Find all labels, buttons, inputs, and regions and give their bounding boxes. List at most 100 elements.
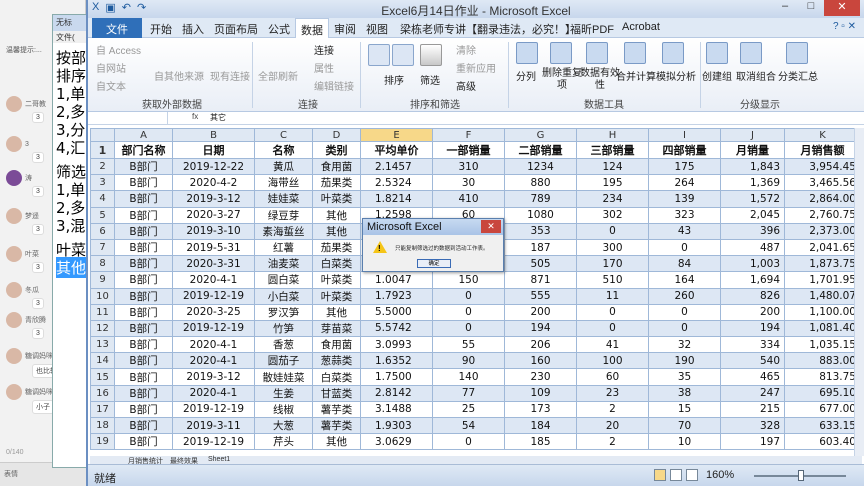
avatar[interactable]	[6, 312, 22, 328]
cell[interactable]: 170	[576, 255, 649, 273]
cell[interactable]: 部门名称	[114, 141, 173, 159]
normal-view-icon[interactable]	[654, 469, 666, 481]
cell[interactable]: 薯芋类	[312, 400, 361, 419]
row-header[interactable]: 13	[90, 336, 115, 354]
cell[interactable]: 2019-12-19	[172, 433, 255, 451]
cell[interactable]: 90	[432, 352, 505, 370]
what-if-icon[interactable]	[662, 42, 684, 64]
table-row[interactable]: 2 B部门 2019-12-22 黄瓜 食用菌 2.1457 310 1234 124 175 1,…	[90, 157, 861, 176]
cell[interactable]: 1,369	[720, 174, 785, 192]
table-row[interactable]: 10 B部门 2019-12-19 小白菜 叶菜类 1.7923 0 555 11 260 826 1…	[90, 287, 861, 305]
cell[interactable]: 2,864.00	[784, 190, 861, 208]
cell[interactable]: B部门	[114, 238, 173, 257]
cell[interactable]: 2,045	[720, 206, 785, 224]
cell[interactable]: 695.10	[784, 384, 861, 402]
cell[interactable]: 1234	[504, 157, 577, 176]
column-header[interactable]: F	[432, 128, 505, 142]
cell[interactable]: 2020-3-25	[172, 303, 255, 321]
column-header[interactable]: E	[360, 128, 433, 142]
cell[interactable]: 1,003	[720, 255, 785, 273]
column-header[interactable]: K	[784, 128, 861, 142]
cell[interactable]: 15	[648, 400, 721, 419]
avatar[interactable]	[6, 384, 22, 400]
cell[interactable]: 510	[576, 271, 649, 289]
avatar[interactable]	[6, 348, 22, 364]
from-text-button[interactable]: 自文本	[96, 78, 126, 93]
cell[interactable]: 2020-4-1	[172, 271, 255, 289]
cell[interactable]: 2019-3-10	[172, 222, 255, 240]
avatar[interactable]	[6, 136, 22, 152]
tab-review[interactable]: 审阅	[334, 21, 356, 37]
table-row[interactable]: 12 B部门 2019-12-19 竹笋 芽苗菜 5.5742 0 194 0 0 194 1,081…	[90, 319, 861, 338]
cell[interactable]: 0	[648, 319, 721, 338]
cell[interactable]: 类别	[312, 141, 361, 159]
cell[interactable]: 圆茄子	[254, 352, 313, 370]
cell[interactable]: 0	[648, 238, 721, 257]
cell[interactable]: 603.40	[784, 433, 861, 451]
what-if-analysis-button[interactable]: 模拟分析	[656, 68, 696, 83]
avatar[interactable]	[6, 96, 22, 112]
cell[interactable]: 353	[504, 222, 577, 240]
column-header[interactable]: C	[254, 128, 313, 142]
cell[interactable]: 230	[504, 368, 577, 386]
filter-funnel-icon[interactable]	[420, 44, 442, 66]
dialog-close-button[interactable]: ✕	[481, 220, 501, 233]
cell[interactable]: B部门	[114, 303, 173, 321]
page-layout-view-icon[interactable]	[670, 469, 682, 481]
create-group-button[interactable]: 创建组	[702, 68, 732, 83]
cell[interactable]: 1,081.40	[784, 319, 861, 338]
row-header[interactable]: 10	[90, 287, 115, 305]
cell[interactable]: 677.00	[784, 400, 861, 419]
cell[interactable]: 娃娃菜	[254, 190, 313, 208]
cell[interactable]: 甘蓝类	[312, 384, 361, 402]
avatar[interactable]	[6, 208, 22, 224]
row-header[interactable]: 6	[90, 222, 115, 240]
row-header[interactable]: 12	[90, 319, 115, 338]
cell[interactable]: 2019-12-19	[172, 287, 255, 305]
cell[interactable]: 1.9303	[360, 416, 433, 435]
cell[interactable]: 其他	[312, 206, 361, 224]
chat-user-row[interactable]: 冬瓜	[6, 282, 39, 298]
consolidate-button[interactable]: 合并计算	[616, 68, 656, 83]
cell[interactable]: 芽苗菜	[312, 319, 361, 338]
cell[interactable]: 2019-5-31	[172, 238, 255, 257]
cell[interactable]: 260	[648, 287, 721, 305]
text-to-columns-button[interactable]: 分列	[516, 68, 536, 83]
cell[interactable]: 2019-3-11	[172, 416, 255, 435]
cell[interactable]: 绿豆芽	[254, 206, 313, 224]
cell[interactable]: 月销售额	[784, 141, 861, 159]
cell[interactable]: 185	[504, 433, 577, 451]
cell[interactable]: 月销量	[720, 141, 785, 159]
cell[interactable]: 880	[504, 174, 577, 192]
table-row[interactable]: 11 B部门 2020-3-25 罗汉笋 其他 5.5000 0 200 0 0 200 1,100.…	[90, 303, 861, 321]
tab-acrobat[interactable]: Acrobat	[622, 21, 660, 33]
cell[interactable]: 大葱	[254, 416, 313, 435]
row-header[interactable]: 17	[90, 400, 115, 419]
existing-connections-button[interactable]: 现有连接	[210, 68, 250, 83]
table-row[interactable]: 18 B部门 2019-3-11 大葱 薯芋类 1.9303 54 184 20 70 328 633…	[90, 416, 861, 435]
row-header[interactable]: 14	[90, 352, 115, 370]
cell[interactable]: 334	[720, 336, 785, 354]
cell[interactable]: 名称	[254, 141, 313, 159]
tab-home[interactable]: 开始	[150, 21, 172, 37]
zoom-slider-handle[interactable]	[798, 470, 804, 481]
sort-button[interactable]: 排序	[384, 72, 404, 87]
cell[interactable]: 234	[576, 190, 649, 208]
cell[interactable]: 1,843	[720, 157, 785, 176]
row-header[interactable]: 11	[90, 303, 115, 321]
cell[interactable]: 红薯	[254, 238, 313, 257]
clear-filter-button[interactable]: 清除	[456, 42, 476, 57]
cell[interactable]: B部门	[114, 416, 173, 435]
worksheet-grid[interactable]: ABCDEFGHIJK 1 部门名称 日期 名称 类别 平均单价 一部销量 二部销量 三部销量四…	[90, 128, 862, 456]
avatar[interactable]	[6, 246, 22, 262]
cell[interactable]: 2019-3-12	[172, 190, 255, 208]
cell[interactable]: 206	[504, 336, 577, 354]
cell[interactable]: 0	[576, 303, 649, 321]
cell[interactable]: 2,041.65	[784, 238, 861, 257]
cell[interactable]: 302	[576, 206, 649, 224]
cell[interactable]: 41	[576, 336, 649, 354]
cell[interactable]: 555	[504, 287, 577, 305]
cell[interactable]: 109	[504, 384, 577, 402]
from-web-button[interactable]: 自网站	[96, 60, 126, 75]
select-all-corner[interactable]	[90, 128, 115, 142]
